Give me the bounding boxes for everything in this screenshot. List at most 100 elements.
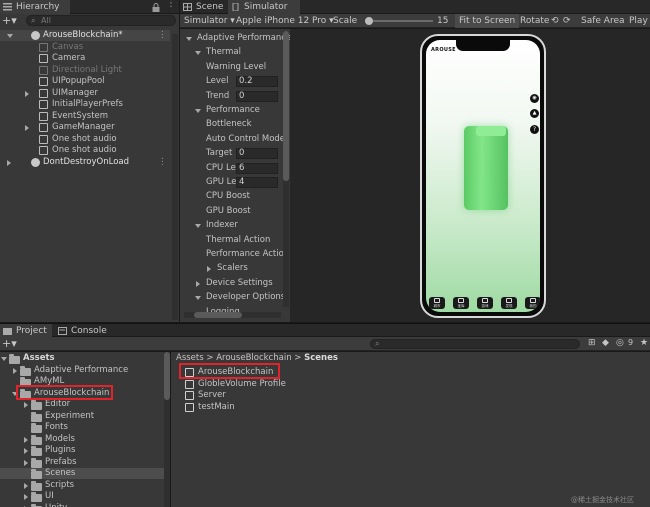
alert-icon[interactable]: ▲ <box>530 109 539 118</box>
folder-tree-item[interactable]: Prefabs <box>0 457 164 468</box>
collapse-arrow-icon[interactable] <box>24 436 28 443</box>
settings-row[interactable]: Auto Control Mode <box>180 134 285 145</box>
hierarchy-item[interactable]: One shot audio <box>0 145 170 156</box>
tab-console[interactable]: Console <box>55 324 115 338</box>
hierarchy-item[interactable]: Canvas <box>0 42 170 53</box>
settings-row[interactable]: Scalers <box>180 263 283 274</box>
folder-tree-item[interactable]: Fonts <box>0 422 164 433</box>
play-mode-dropdown[interactable]: Play <box>629 14 648 28</box>
mode-dropdown[interactable]: Simulator ▾ <box>184 14 235 28</box>
expand-arrow-icon[interactable] <box>186 37 192 41</box>
expand-arrow-icon[interactable] <box>195 109 201 113</box>
settings-row[interactable]: Trend 0 <box>180 90 283 102</box>
collapse-arrow-icon[interactable] <box>24 482 28 489</box>
expand-arrow-icon[interactable] <box>1 357 7 361</box>
folder-tree-item[interactable]: Unity <box>0 503 164 507</box>
hierarchy-item[interactable]: UIManager <box>0 88 170 99</box>
settings-value-field[interactable]: 0 <box>236 90 278 102</box>
collapse-arrow-icon[interactable] <box>196 280 200 287</box>
collapse-arrow-icon[interactable] <box>24 459 28 466</box>
tab-project[interactable]: Project <box>0 324 52 338</box>
settings-value-field[interactable]: 0.2 <box>236 76 278 88</box>
settings-row[interactable]: Bottleneck <box>180 119 283 130</box>
scale-slider-handle[interactable] <box>365 17 373 25</box>
settings-row[interactable]: Thermal Action <box>180 235 283 246</box>
collapse-arrow-icon[interactable] <box>24 448 28 454</box>
settings-vscroll-thumb[interactable] <box>283 31 289 181</box>
lock-icon[interactable] <box>152 3 160 12</box>
collapse-arrow-icon[interactable] <box>7 159 11 166</box>
settings-row[interactable]: Thermal <box>180 47 283 58</box>
breadcrumb-assets[interactable]: Assets <box>176 353 204 363</box>
folder-tree-item[interactable]: Experiment <box>0 411 164 422</box>
folder-tree-item[interactable]: Adaptive Performance <box>0 365 164 376</box>
folder-tree-item[interactable]: Editor <box>0 399 164 410</box>
tab-simulator[interactable]: Simulator <box>228 0 300 14</box>
folder-tree-item[interactable]: Models <box>0 434 164 445</box>
safe-area-toggle[interactable]: Safe Area <box>581 14 625 28</box>
fit-to-screen-button[interactable]: Fit to Screen <box>455 14 520 28</box>
rotate-right-icon[interactable]: ⟳ <box>563 14 571 28</box>
rotate-left-icon[interactable]: ⟲ <box>551 14 559 28</box>
scale-slider[interactable] <box>365 20 433 22</box>
hierarchy-item[interactable]: EventSystem <box>0 111 170 122</box>
add-object-button[interactable]: +▾ <box>2 15 18 26</box>
create-asset-button[interactable]: +▾ <box>2 337 17 350</box>
phone-nav-tab[interactable]: 宝库 <box>453 297 469 309</box>
rotate-button[interactable]: Rotate <box>520 14 549 28</box>
breadcrumb-arouseblockchain[interactable]: ArouseBlockchain <box>216 353 291 363</box>
chat-icon[interactable]: ◉ <box>530 94 539 103</box>
hierarchy-item[interactable]: One shot audio <box>0 134 170 145</box>
eye-icon[interactable]: ◎ <box>616 338 624 348</box>
settings-row[interactable]: GPU Le 4 <box>180 177 283 188</box>
settings-row[interactable]: Warning Level <box>180 62 283 73</box>
row-menu-icon[interactable]: ⋮ <box>158 157 167 168</box>
expand-arrow-icon[interactable] <box>195 51 201 56</box>
file-row[interactable]: testMain <box>184 402 484 413</box>
settings-row[interactable]: Device Settings <box>180 278 283 289</box>
settings-value-field[interactable]: 6 <box>236 162 278 174</box>
file-row[interactable]: Server <box>184 390 484 401</box>
expand-arrow-icon[interactable] <box>195 296 201 301</box>
kebab-menu-icon[interactable]: ⋮ <box>166 0 176 9</box>
tree-scrollbar-thumb[interactable] <box>164 352 170 400</box>
hierarchy-item[interactable]: Camera <box>0 53 170 64</box>
breadcrumb-scenes[interactable]: Scenes <box>304 353 338 363</box>
settings-row[interactable]: Adaptive Performance <box>180 33 290 44</box>
tab-scene[interactable]: Scene <box>180 0 228 14</box>
collapse-arrow-icon[interactable] <box>25 125 29 131</box>
settings-row[interactable]: Target 0 <box>180 148 283 160</box>
hierarchy-item[interactable]: UIPopupPool <box>0 76 170 87</box>
star-icon[interactable]: ★ <box>640 338 648 348</box>
settings-row[interactable]: CPU Le 6 <box>180 162 283 174</box>
settings-row[interactable]: Developer Options <box>180 292 285 303</box>
collapse-arrow-icon[interactable] <box>24 494 28 500</box>
device-dropdown[interactable]: Apple iPhone 12 Pro ▾ <box>236 14 334 28</box>
folder-tree-item[interactable]: Scenes <box>0 468 164 479</box>
settings-row[interactable]: Level 0.2 <box>180 76 283 88</box>
settings-row[interactable]: GPU Boost <box>180 206 283 217</box>
collapse-arrow-icon[interactable] <box>24 402 28 408</box>
expand-arrow-icon[interactable] <box>195 224 201 229</box>
settings-row[interactable]: Performance <box>180 105 283 116</box>
hierarchy-item[interactable]: GameManager <box>0 122 170 133</box>
collapse-arrow-icon[interactable] <box>13 367 17 374</box>
expand-arrow-icon[interactable] <box>7 34 13 38</box>
folder-tree-item[interactable]: Assets <box>0 353 164 364</box>
filter-type-icon[interactable]: ⊞ <box>588 338 596 348</box>
settings-row[interactable]: CPU Boost <box>180 191 283 202</box>
settings-row[interactable]: Indexer <box>180 220 283 231</box>
row-menu-icon[interactable]: ⋮ <box>158 30 167 41</box>
file-row[interactable]: GlobleVolume Profile <box>184 379 484 390</box>
phone-nav-tab[interactable]: 城市 <box>429 297 445 309</box>
hierarchy-scrollbar[interactable] <box>172 34 178 320</box>
hierarchy-scene-row[interactable]: DontDestroyOnLoad ⋮ <box>0 157 170 168</box>
settings-hscroll-thumb[interactable] <box>194 312 242 318</box>
phone-nav-tab[interactable]: 发现 <box>501 297 517 309</box>
phone-nav-tab[interactable]: 我的 <box>525 297 540 309</box>
folder-tree-item[interactable]: Scripts <box>0 480 164 491</box>
settings-row[interactable]: Performance Action <box>180 249 289 260</box>
tab-hierarchy[interactable]: Hierarchy <box>0 0 70 14</box>
hierarchy-scene-row[interactable]: ArouseBlockchain* ⋮ <box>0 30 170 41</box>
hierarchy-search-input[interactable]: ⌕ All <box>26 15 176 26</box>
